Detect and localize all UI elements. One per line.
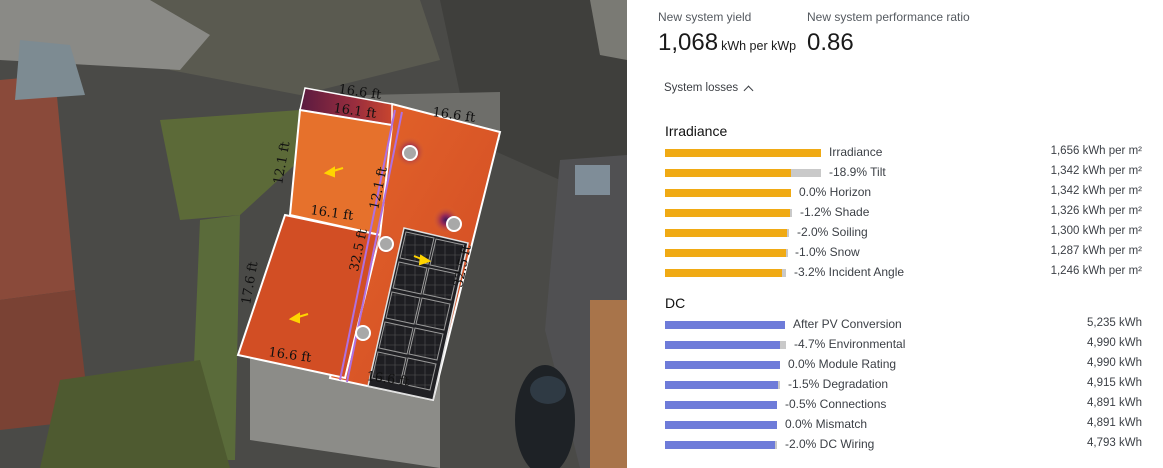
irradiance-loss-bar bbox=[665, 209, 792, 217]
dc-loss-bar bbox=[665, 421, 777, 429]
results-panel: New system yield 1,068 kWh per kWp New sy… bbox=[627, 0, 1163, 468]
dc-loss-label: 0.0% Module Rating bbox=[788, 357, 897, 371]
irradiance-loss-label: -1.2% Shade bbox=[800, 205, 870, 219]
dc-loss-row: 0.0% Module Rating 4,990 kWh bbox=[665, 356, 1142, 376]
dc-bar-fill bbox=[665, 421, 777, 429]
irradiance-loss-row: -18.9% Tilt 1,342 kWh per m² bbox=[665, 164, 1142, 184]
irradiance-bar-fill bbox=[665, 249, 786, 257]
irradiance-loss-value: 1,342 kWh per m² bbox=[1050, 185, 1142, 197]
system-yield-value: 1,068 bbox=[658, 29, 719, 56]
irradiance-loss-row: 0.0% Horizon 1,342 kWh per m² bbox=[665, 184, 1142, 204]
dc-loss-row: After PV Conversion 5,235 kWh bbox=[665, 316, 1142, 336]
dc-loss-label: -2.0% DC Wiring bbox=[785, 437, 875, 451]
irradiance-loss-value: 1,326 kWh per m² bbox=[1050, 205, 1142, 217]
roof-map[interactable]: 16.6 ft 16.1 ft 16.6 ft 12.1 ft 16.1 ft … bbox=[0, 0, 627, 468]
irradiance-loss-row: -1.2% Shade 1,326 kWh per m² bbox=[665, 204, 1142, 224]
irradiance-loss-value: 1,656 kWh per m² bbox=[1050, 145, 1142, 157]
irradiance-bar-fill bbox=[665, 149, 821, 157]
irradiance-loss-row: Irradiance 1,656 kWh per m² bbox=[665, 144, 1142, 164]
irradiance-loss-value: 1,342 kWh per m² bbox=[1050, 165, 1142, 177]
irradiance-loss-label: -2.0% Soiling bbox=[797, 225, 868, 239]
dc-loss-row: -1.5% Degradation 4,915 kWh bbox=[665, 376, 1142, 396]
dc-loss-row: -4.7% Environmental 4,990 kWh bbox=[665, 336, 1142, 356]
dc-loss-row: -2.0% DC Wiring 4,793 kWh bbox=[665, 436, 1142, 456]
irradiance-loss-label: 0.0% Horizon bbox=[799, 185, 872, 199]
irradiance-loss-bar bbox=[665, 249, 788, 257]
dc-loss-value: 5,235 kWh bbox=[1087, 317, 1142, 329]
irradiance-loss-value: 1,300 kWh per m² bbox=[1050, 225, 1142, 237]
system-yield-kpi: New system yield 1,068 kWh per kWp bbox=[658, 10, 796, 57]
dc-bar-loss-segment bbox=[778, 381, 780, 389]
system-yield-unit: kWh per kWp bbox=[721, 39, 797, 53]
irradiance-bar-fill bbox=[665, 169, 791, 177]
dc-bar-loss-segment bbox=[775, 441, 777, 449]
performance-ratio-label: New system performance ratio bbox=[807, 10, 970, 24]
dc-bar-fill bbox=[665, 361, 780, 369]
irradiance-loss-value: 1,287 kWh per m² bbox=[1050, 245, 1142, 257]
irradiance-loss-label: -3.2% Incident Angle bbox=[794, 265, 905, 279]
dc-bar-fill bbox=[665, 401, 777, 409]
irradiance-loss-row: -3.2% Incident Angle 1,246 kWh per m² bbox=[665, 264, 1142, 284]
irradiance-bar-fill bbox=[665, 229, 787, 237]
irradiance-section-title: Irradiance bbox=[665, 123, 728, 139]
irradiance-loss-bar bbox=[665, 189, 791, 197]
irradiance-bar-fill bbox=[665, 269, 782, 277]
dc-bar-fill bbox=[665, 321, 785, 329]
irradiance-loss-value: 1,246 kWh per m² bbox=[1050, 265, 1142, 277]
dc-loss-label: -0.5% Connections bbox=[785, 397, 887, 411]
dc-loss-value: 4,793 kWh bbox=[1087, 437, 1142, 449]
dc-loss-label: After PV Conversion bbox=[793, 317, 902, 331]
dc-bar-fill bbox=[665, 341, 780, 349]
dc-bar-fill bbox=[665, 381, 778, 389]
dc-bar-loss-segment bbox=[780, 341, 786, 349]
dc-section-title: DC bbox=[665, 295, 686, 311]
dc-loss-bar bbox=[665, 381, 780, 389]
dc-loss-bar bbox=[665, 361, 780, 369]
dc-loss-bar bbox=[665, 341, 786, 349]
system-yield-label: New system yield bbox=[658, 10, 752, 24]
chevron-up-icon bbox=[743, 85, 754, 95]
irradiance-bar-loss-segment bbox=[790, 209, 792, 217]
dc-loss-value: 4,915 kWh bbox=[1087, 377, 1142, 389]
system-losses-label: System losses bbox=[664, 82, 739, 94]
irradiance-bar-loss-segment bbox=[782, 269, 786, 277]
dc-loss-value: 4,990 kWh bbox=[1087, 337, 1142, 349]
irradiance-bar-loss-segment bbox=[791, 169, 821, 177]
system-losses-toggle[interactable]: System losses bbox=[664, 82, 754, 95]
irradiance-loss-row: -2.0% Soiling 1,300 kWh per m² bbox=[665, 224, 1142, 244]
dc-loss-row: -0.5% Connections 4,891 kWh bbox=[665, 396, 1142, 416]
irradiance-loss-label: -18.9% Tilt bbox=[829, 165, 886, 179]
irradiance-bar-fill bbox=[665, 189, 791, 197]
irradiance-bar-fill bbox=[665, 209, 790, 217]
dc-loss-label: -4.7% Environmental bbox=[794, 337, 906, 351]
dc-loss-value: 4,891 kWh bbox=[1087, 417, 1142, 429]
irradiance-loss-label: -1.0% Snow bbox=[795, 245, 860, 259]
performance-ratio-kpi: New system performance ratio 0.86 bbox=[807, 10, 970, 57]
dc-loss-value: 4,990 kWh bbox=[1087, 357, 1142, 369]
irradiance-bar-loss-segment bbox=[786, 249, 788, 257]
performance-ratio-value: 0.86 bbox=[807, 29, 854, 56]
dc-loss-bar bbox=[665, 441, 777, 449]
dc-bar-fill bbox=[665, 441, 775, 449]
dc-loss-label: -1.5% Degradation bbox=[788, 377, 889, 391]
dc-loss-bar bbox=[665, 321, 785, 329]
irradiance-loss-bar bbox=[665, 169, 821, 177]
dc-loss-bar bbox=[665, 401, 777, 409]
dc-loss-value: 4,891 kWh bbox=[1087, 397, 1142, 409]
dc-loss-row: 0.0% Mismatch 4,891 kWh bbox=[665, 416, 1142, 436]
irradiance-loss-bar bbox=[665, 149, 821, 157]
irradiance-loss-label: Irradiance bbox=[829, 145, 883, 159]
irradiance-bar-loss-segment bbox=[787, 229, 789, 237]
roof-map-canvas[interactable]: 16.6 ft 16.1 ft 16.6 ft 12.1 ft 16.1 ft … bbox=[0, 0, 627, 468]
irradiance-loss-bar bbox=[665, 269, 786, 277]
dc-loss-label: 0.0% Mismatch bbox=[785, 417, 868, 431]
irradiance-loss-row: -1.0% Snow 1,287 kWh per m² bbox=[665, 244, 1142, 264]
irradiance-loss-bar bbox=[665, 229, 789, 237]
